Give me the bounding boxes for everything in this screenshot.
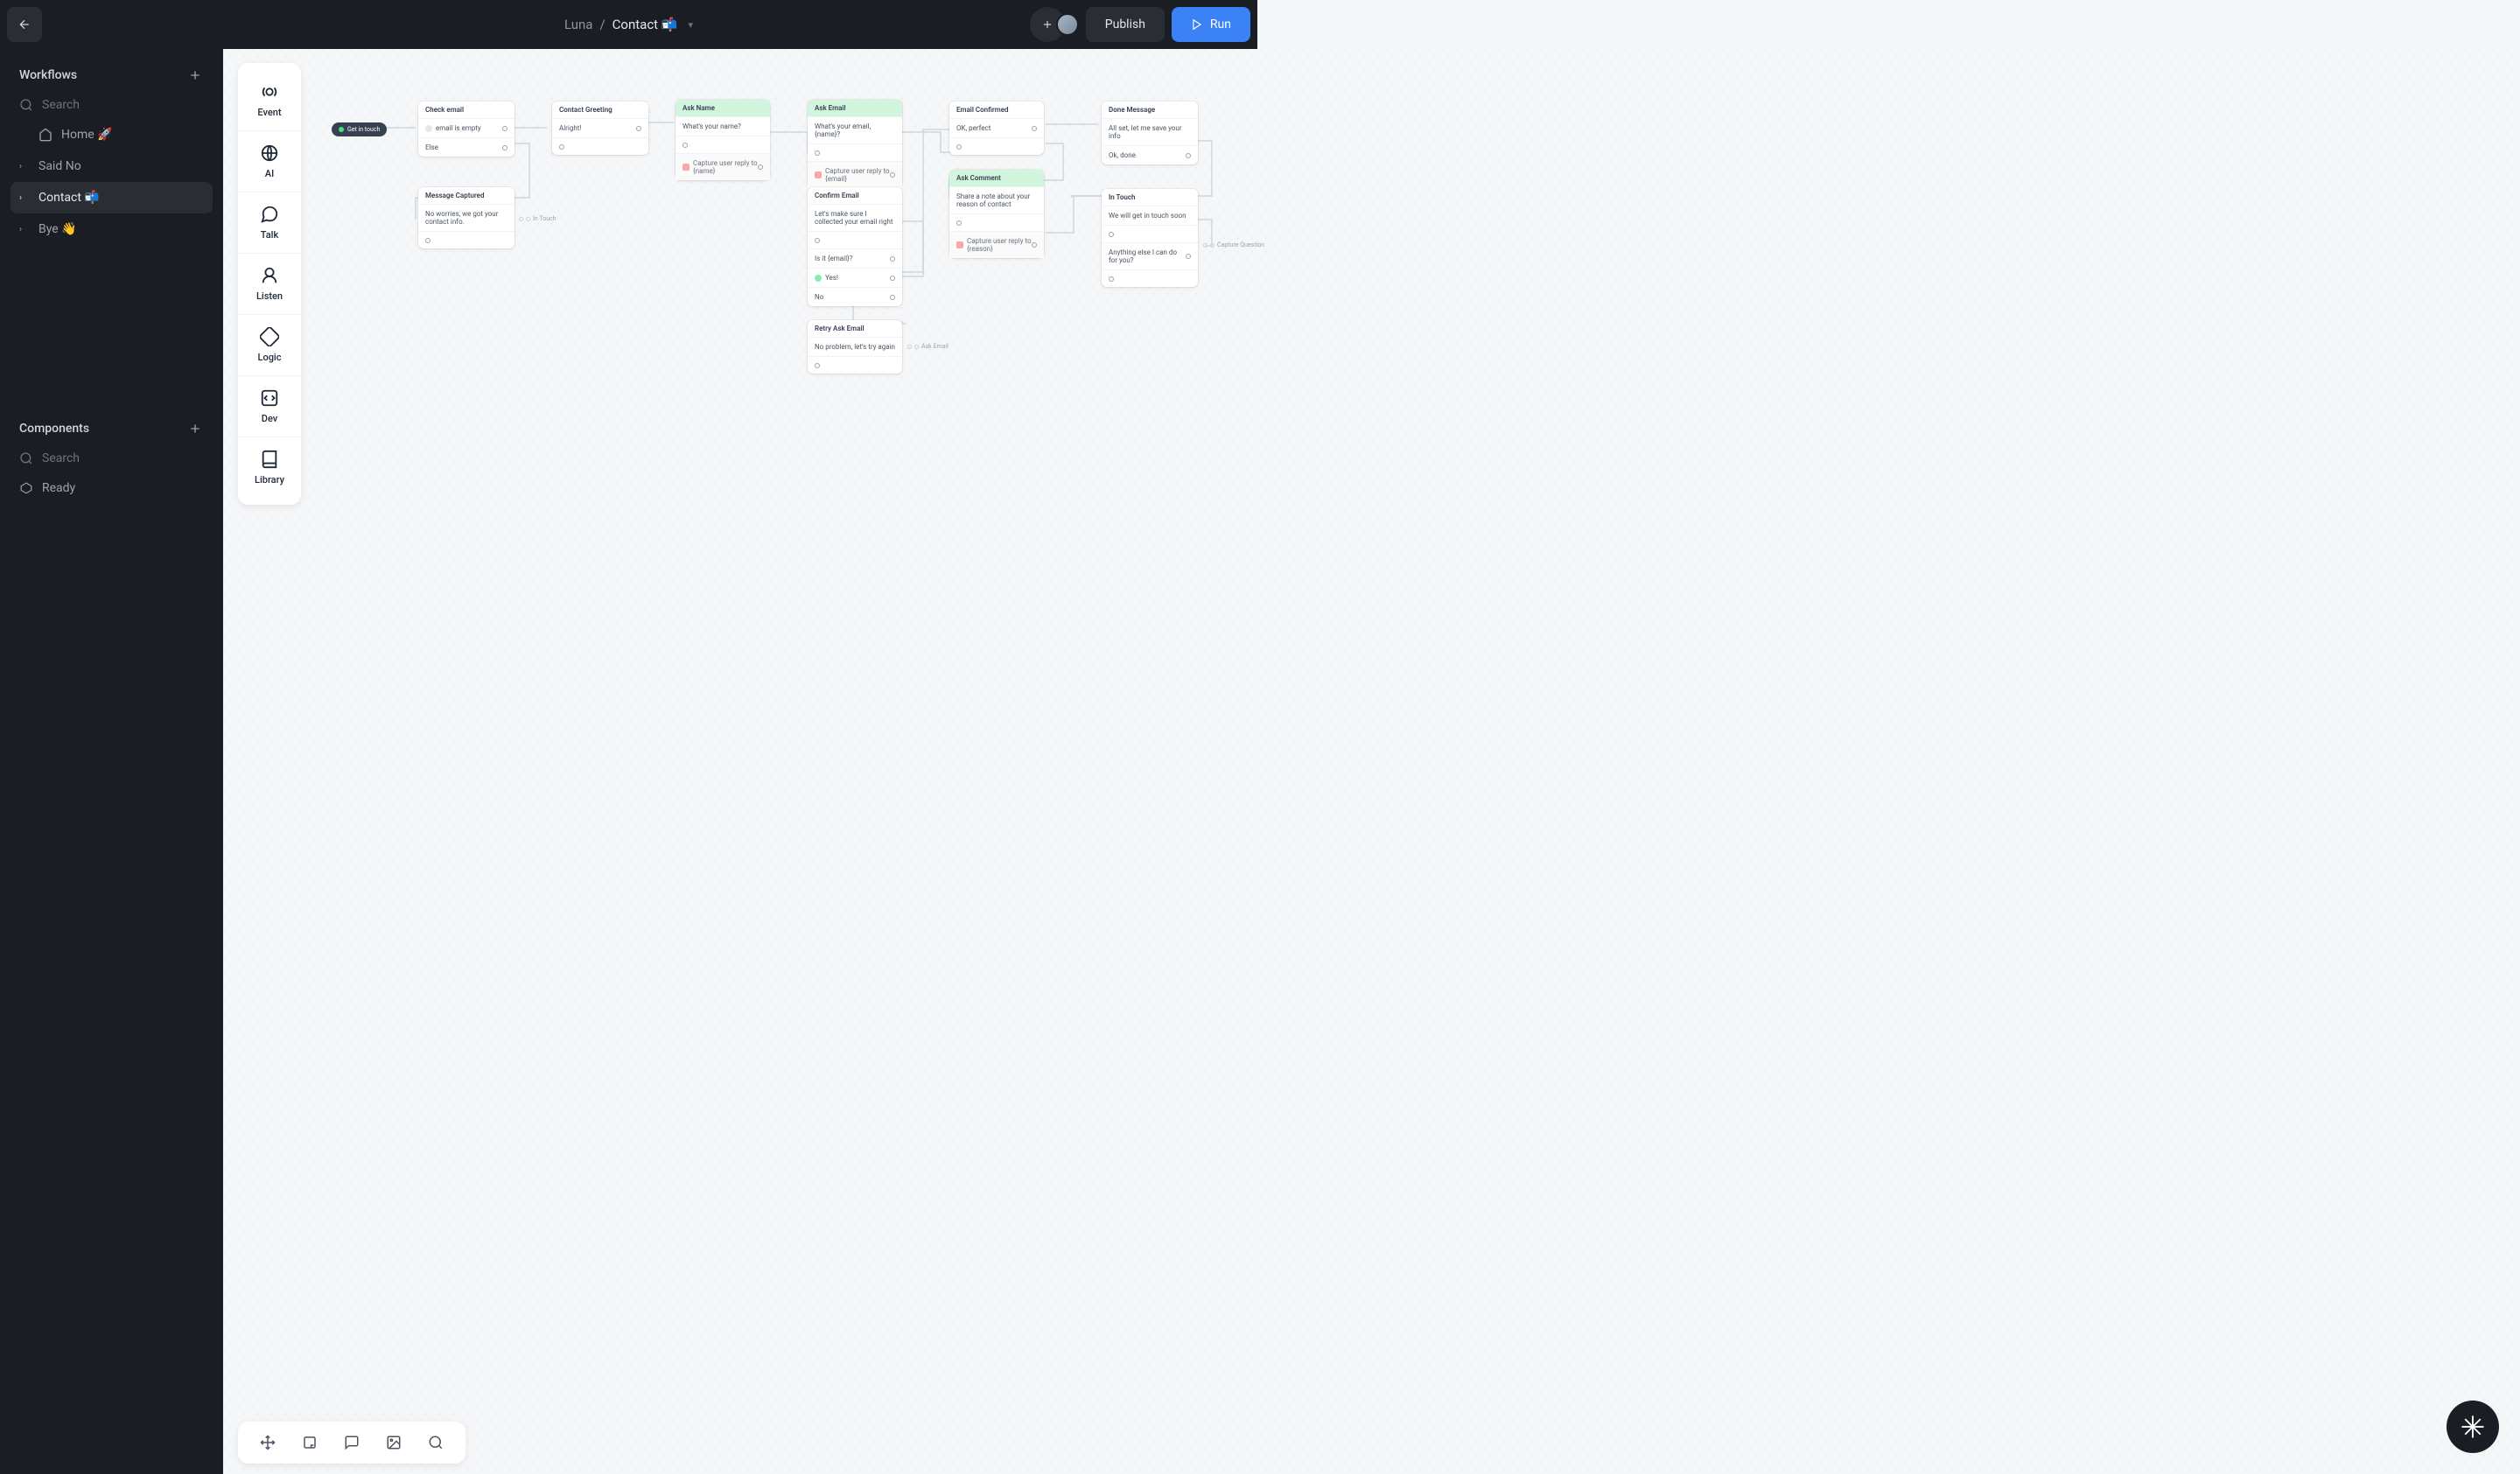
sidebar: Workflows Search Home 🚀 › Said No › Cont…: [0, 49, 223, 1474]
app-header: Luna / Contact 📬 ▾ Publish Run: [0, 0, 1257, 49]
canvas-toolbar: [238, 1422, 466, 1464]
listen-icon: [260, 266, 279, 285]
node-toolbox: Event AI Talk Listen Logic Dev Library: [238, 63, 301, 505]
tool-event[interactable]: Event: [238, 70, 301, 131]
run-button[interactable]: Run: [1172, 7, 1250, 42]
workflows-title: Workflows: [19, 68, 77, 82]
card-confirm-email[interactable]: Confirm Email Let's make sure I collecte…: [808, 187, 902, 306]
components-section: Components Search Ready: [10, 420, 213, 504]
card-ask-name[interactable]: Ask Name What's your name? Capture user …: [676, 100, 770, 180]
component-item-ready[interactable]: Ready: [10, 472, 213, 504]
workflows-header: Workflows: [10, 66, 213, 84]
tool-listen[interactable]: Listen: [238, 254, 301, 315]
components-header: Components: [10, 420, 213, 437]
card-email-confirmed[interactable]: Email Confirmed OK, perfect: [949, 101, 1044, 155]
image-tool[interactable]: [373, 1422, 415, 1464]
move-icon: [260, 1435, 276, 1450]
plus-icon: [188, 68, 202, 82]
sidebar-item-said-no[interactable]: › Said No: [10, 150, 213, 182]
sidebar-item-home[interactable]: Home 🚀: [10, 119, 213, 150]
card-ask-email[interactable]: Ask Email What's your email, {name}? Cap…: [808, 100, 902, 188]
image-icon: [386, 1435, 402, 1450]
chevron-right-icon: ›: [19, 162, 30, 171]
start-node[interactable]: Get in touch: [332, 122, 387, 136]
card-retry-ask-email[interactable]: Retry Ask Email No problem, let's try ag…: [808, 320, 902, 374]
tool-ai[interactable]: AI: [238, 131, 301, 192]
card-check-email[interactable]: Check email email is empty Else: [418, 101, 514, 157]
talk-icon: [260, 205, 279, 224]
play-icon: [1191, 18, 1203, 31]
close-icon: [815, 171, 822, 178]
chevron-down-icon[interactable]: ▾: [688, 19, 693, 31]
header-actions: Publish Run: [1030, 7, 1250, 42]
breadcrumb-sep: /: [599, 17, 605, 32]
search-icon: [428, 1435, 444, 1450]
card-message-captured[interactable]: Message Captured No worries, we got your…: [418, 187, 514, 248]
tool-library[interactable]: Library: [238, 437, 301, 498]
breadcrumb-current[interactable]: Contact 📬: [612, 17, 678, 32]
back-button[interactable]: [7, 7, 42, 42]
user-avatar[interactable]: [1056, 13, 1079, 36]
badge-capture-question: Capture Question: [1203, 241, 1264, 248]
ai-icon: [260, 143, 279, 163]
tool-dev[interactable]: Dev: [238, 376, 301, 437]
status-dot-icon: [339, 127, 344, 132]
breadcrumb-parent[interactable]: Luna: [564, 17, 592, 32]
arrow-left-icon: [18, 17, 32, 31]
badge-in-touch: In Touch: [519, 215, 556, 222]
note-tool[interactable]: [289, 1422, 331, 1464]
card-ask-comment[interactable]: Ask Comment Share a note about your reas…: [949, 170, 1044, 258]
chevron-right-icon: ›: [19, 193, 30, 203]
plus-icon: [188, 422, 202, 436]
add-component-button[interactable]: [186, 420, 204, 437]
sidebar-item-bye[interactable]: › Bye 👋: [10, 213, 213, 245]
search-icon: [19, 451, 33, 465]
plus-icon: [1041, 18, 1054, 31]
dev-icon: [260, 388, 279, 408]
breadcrumb: Luna / Contact 📬 ▾: [564, 17, 693, 32]
move-tool[interactable]: [247, 1422, 289, 1464]
assistant-icon: [2460, 1414, 2486, 1440]
comment-icon: [344, 1435, 360, 1450]
badge-ask-email: Ask Email: [907, 343, 948, 350]
tool-logic[interactable]: Logic: [238, 315, 301, 376]
card-contact-greeting[interactable]: Contact Greeting Alright!: [552, 101, 648, 155]
close-icon: [682, 164, 690, 171]
add-workflow-button[interactable]: [186, 66, 204, 84]
workflow-canvas[interactable]: Get in touch Check email email is empty …: [223, 49, 2520, 1474]
assistant-fab[interactable]: [2446, 1401, 2499, 1453]
event-icon: [260, 82, 279, 101]
note-icon: [302, 1435, 318, 1450]
home-icon: [38, 128, 52, 142]
close-icon: [956, 241, 963, 248]
card-done-message[interactable]: Done Message All set, let me save your i…: [1102, 101, 1198, 164]
sidebar-item-contact[interactable]: › Contact 📬: [10, 182, 213, 213]
hexagon-icon: [19, 482, 33, 494]
library-icon: [260, 450, 279, 469]
logic-icon: [260, 327, 279, 346]
publish-button[interactable]: Publish: [1086, 7, 1165, 42]
card-in-touch[interactable]: In Touch We will get in touch soon Anyth…: [1102, 189, 1198, 287]
components-title: Components: [19, 422, 89, 436]
tool-talk[interactable]: Talk: [238, 192, 301, 254]
chevron-right-icon: ›: [19, 225, 30, 234]
connection-wires: [223, 49, 2520, 1474]
search-icon: [19, 98, 33, 112]
comment-tool[interactable]: [331, 1422, 373, 1464]
component-search[interactable]: Search: [10, 444, 213, 472]
zoom-tool[interactable]: [415, 1422, 457, 1464]
workflow-search[interactable]: Search: [10, 91, 213, 119]
